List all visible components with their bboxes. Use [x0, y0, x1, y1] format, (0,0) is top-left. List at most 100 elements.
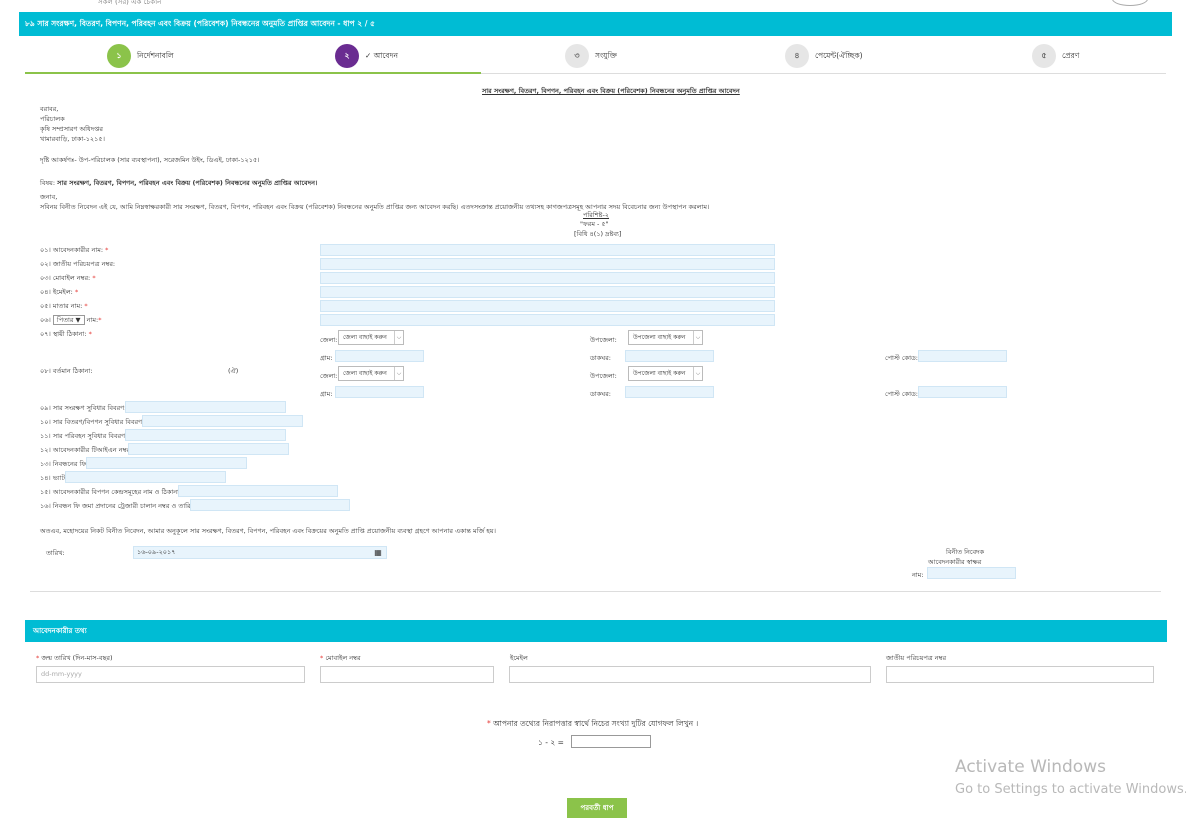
- step-circle: ৪: [785, 44, 809, 68]
- mother-name-label: ০৫। মাতার নাম: *: [40, 302, 88, 310]
- present-district-select[interactable]: জেলা বাছাই করুন ⌵: [338, 366, 404, 381]
- captcha-input[interactable]: [571, 735, 651, 748]
- nid-input[interactable]: [320, 258, 775, 270]
- permanent-village-input[interactable]: [335, 350, 424, 362]
- step-label: নির্দেশনাবলি: [137, 51, 174, 60]
- applicant-name-input[interactable]: [320, 244, 775, 256]
- stepper-track: [25, 72, 1166, 74]
- district-label: জেলা:: [320, 336, 338, 344]
- present-postcode-input[interactable]: [918, 386, 1007, 398]
- step-label: সংযুক্তি: [595, 51, 617, 60]
- district-label: জেলা:: [320, 372, 338, 380]
- applicant-section-header: আবেদনকারীর তথ্য: [25, 620, 1167, 642]
- same-as-permanent-toggle[interactable]: (ঐ): [228, 366, 238, 377]
- mobile-label: ০৩। মোবাইল নম্বর: *: [40, 274, 96, 282]
- postcode-label: পোস্ট কোড:: [885, 390, 918, 398]
- letter-heading: সার সংরক্ষণ, বিতরণ, বিপণন, পরিবহন এবং বি…: [482, 87, 740, 95]
- step-circle: ৩: [565, 44, 589, 68]
- treasury-challan-label: ১৬। নিবন্ধন ফি জমা প্রদানের ট্রেজারী চাল…: [40, 502, 197, 510]
- captcha-question: ১ - ২ =: [538, 738, 564, 747]
- permanent-address-label: ০৭। স্থায়ী ঠিকানা: *: [40, 330, 92, 338]
- distribution-facility-input[interactable]: [142, 415, 303, 427]
- divider: [30, 591, 1161, 592]
- email2-input[interactable]: [509, 666, 871, 683]
- tin-input[interactable]: [128, 443, 289, 455]
- present-village-input[interactable]: [335, 386, 424, 398]
- permanent-district-select[interactable]: জেলা বাছাই করুন ⌵: [338, 330, 404, 345]
- post-office-label: ডাকঘর:: [590, 390, 611, 398]
- permanent-upazila-select[interactable]: উপজেলা বাছাই করুন ⌵: [628, 330, 703, 345]
- treasury-challan-input[interactable]: [190, 499, 350, 511]
- nid2-input[interactable]: [886, 666, 1154, 683]
- next-step-button[interactable]: পরবর্তী ধাপ: [567, 798, 627, 818]
- post-office-label: ডাকঘর:: [590, 354, 611, 362]
- dob-label: * জন্ম তারিখ (দিন-মাস-বছর): [36, 654, 113, 662]
- date-label: তারিখ:: [46, 549, 65, 557]
- windows-watermark-title: Activate Windows: [955, 757, 1106, 777]
- top-strip-text: সকল (সর) এক চেকান: [98, 0, 162, 6]
- dob-input[interactable]: dd-mm-yyyy: [36, 666, 305, 683]
- closing-paragraph: অতএব, মহোদয়ের নিকট বিনীত নিবেদন, আমার অ…: [40, 527, 496, 535]
- upazila-label: উপজেলা:: [590, 336, 617, 344]
- relation-select[interactable]: পিতার ▼: [52, 315, 85, 325]
- registration-fee-label: ১৩। নিবন্ধনের ফি:: [40, 460, 89, 468]
- chevron-down-icon: ⌵: [693, 367, 702, 380]
- subject-text: সার সংরক্ষণ, বিতরণ, বিপণন, পরিবহন এবং বি…: [57, 179, 318, 187]
- email-input[interactable]: [320, 286, 775, 298]
- father-name-label: ০৬। পিতার ▼ নাম:*: [40, 315, 102, 325]
- browser-top-strip: সকল (সর) এক চেকান: [0, 0, 1186, 8]
- present-upazila-select[interactable]: উপজেলা বাছাই করুন ⌵: [628, 366, 703, 381]
- nid-label: ০২। জাতীয় পরিচয়পত্র নম্বর:: [40, 260, 116, 268]
- transport-facility-label: ১১। সার পরিবহন সুবিধার বিবরণ:: [40, 432, 128, 440]
- step-circle: ৫: [1032, 44, 1056, 68]
- mobile2-label: * মোবাইল নম্বর: [320, 654, 361, 662]
- permanent-post-office-input[interactable]: [625, 350, 714, 362]
- step-circle: ২: [335, 44, 359, 68]
- form-header: ৮৯ সার সংরক্ষণ, বিতরণ, বিপণন, পরিবহন এবং…: [19, 12, 1172, 36]
- subject-line: বিষয়: সার সংরক্ষণ, বিতরণ, বিপণন, পরিবহন…: [40, 178, 317, 189]
- address-line: খামারবাড়ি, ঢাকা-১২১৫।: [40, 135, 105, 143]
- attention-line: দৃষ্টি আকর্ষণঃ- উপ-পরিচালক (সার ব্যবস্থা…: [40, 156, 260, 164]
- email-label: ০৪। ইমেইল: *: [40, 288, 79, 296]
- subject-prefix: বিষয়:: [40, 179, 56, 187]
- present-address-label: ০৮। বর্তমান ঠিকানা:: [40, 367, 93, 375]
- village-label: গ্রাম:: [320, 354, 333, 362]
- mobile2-input[interactable]: [320, 666, 494, 683]
- nid2-label: জাতীয় পরিচয়পত্র নম্বর: [886, 654, 947, 662]
- transport-facility-input[interactable]: [125, 429, 286, 441]
- storage-facility-input[interactable]: [125, 401, 286, 413]
- chevron-down-icon: ⌵: [394, 331, 403, 344]
- sign-name-label: নাম:: [912, 571, 924, 579]
- stepper: ১ নির্দেশনাবলি ২ ✓ আবেদন ৩ সংযুক্তি ৪ পে…: [25, 42, 1166, 75]
- windows-watermark-subtitle: Go to Settings to activate Windows.: [955, 782, 1186, 797]
- postcode-label: পোস্ট কোড:: [885, 354, 918, 362]
- date-input[interactable]: ১৬-০৯-২০১৭: [133, 546, 387, 559]
- outlets-input[interactable]: [178, 485, 338, 497]
- sign-name-input[interactable]: [927, 567, 1016, 579]
- storage-facility-label: ০৯। সার সংরক্ষণ সুবিধার বিবরণ:: [40, 404, 127, 412]
- vat-label: ১৪। ভ্যাট:: [40, 474, 68, 482]
- village-label: গ্রাম:: [320, 390, 333, 398]
- chevron-down-icon: ⌵: [394, 367, 403, 380]
- applicant-name-label: ০১। আবেদনকারীর নাম: *: [40, 246, 109, 254]
- permanent-postcode-input[interactable]: [918, 350, 1007, 362]
- distribution-facility-label: ১০। সার বিতরণ/বিপণন সুবিধার বিবরণ:: [40, 418, 145, 426]
- calendar-icon[interactable]: ▦: [369, 547, 387, 558]
- step-circle: ১: [107, 44, 131, 68]
- registration-fee-input[interactable]: [86, 457, 247, 469]
- step-label: ✓ আবেদন: [365, 51, 399, 60]
- father-name-input[interactable]: [320, 314, 775, 326]
- captcha-prompt: * আপনার তথ্যের নিরাপত্তার স্বার্থে নিচের…: [487, 719, 699, 728]
- outlets-label: ১৫। আবেদনকারীর বিপণন কেন্দ্রসমূহের নাম ও…: [40, 488, 182, 496]
- upazila-label: উপজেলা:: [590, 372, 617, 380]
- mobile-input[interactable]: [320, 272, 775, 284]
- tin-label: ১২। আবেদনকারীর টিআইএন নম্বর:: [40, 446, 133, 454]
- present-post-office-input[interactable]: [625, 386, 714, 398]
- chevron-down-icon: ⌵: [693, 331, 702, 344]
- stepper-progress: [25, 72, 481, 74]
- step-label: পেমেন্ট(ঐচ্ছিক): [815, 51, 863, 60]
- vat-input[interactable]: [65, 471, 226, 483]
- step-label: প্রেরণ: [1062, 51, 1080, 60]
- rule-reference: [বিধি ৪(১) দ্রষ্টব্য]: [574, 230, 622, 238]
- mother-name-input[interactable]: [320, 300, 775, 312]
